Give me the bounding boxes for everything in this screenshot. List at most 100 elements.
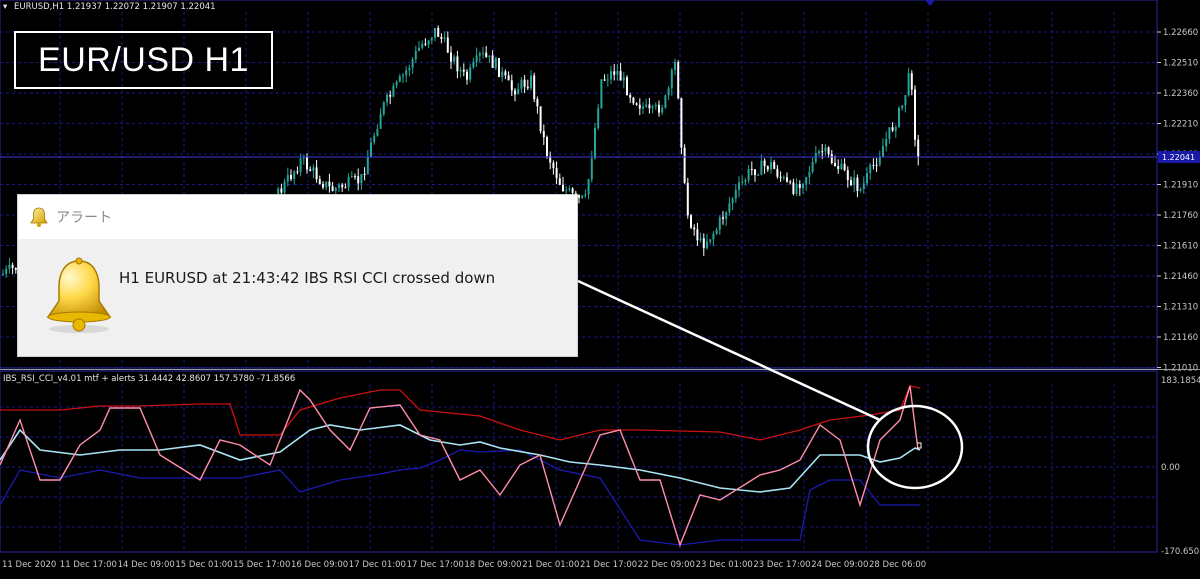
candle-body: [702, 238, 705, 249]
candle-body: [754, 169, 756, 176]
candle-body: [459, 69, 462, 72]
candle-body: [325, 181, 328, 188]
candle-body: [373, 135, 376, 143]
candle-body: [533, 75, 536, 100]
indicator-axis: 183.1854 0.00 -170.6508: [1161, 376, 1200, 557]
alert-message: H1 EURUSD at 21:43:42 IBS RSI CCI crosse…: [119, 269, 496, 287]
price-axis: 1.226601.225101.223601.222101.220601.219…: [1157, 28, 1198, 374]
candle-body: [363, 173, 366, 175]
candle-body: [392, 85, 395, 97]
candle-body: [389, 94, 392, 97]
candle-body: [354, 176, 356, 178]
candle-body: [843, 163, 846, 171]
candle-body: [846, 170, 849, 181]
candle-body: [379, 113, 382, 129]
candle-body: [715, 229, 718, 234]
candle-body: [885, 139, 888, 147]
candle-body: [309, 169, 312, 171]
time-tick-label: 18 Dec 09:00: [464, 560, 521, 570]
trading-chart[interactable]: ▾ EURUSD,H1 1.21937 1.22072 1.21907 1.22…: [0, 0, 1200, 575]
candle-body: [872, 164, 875, 166]
time-tick-label: 15 Dec 01:00: [175, 560, 232, 570]
candle-body: [821, 151, 824, 153]
candle-body: [437, 27, 440, 37]
candle-body: [370, 142, 372, 158]
candle-body: [658, 104, 660, 113]
candle-body: [469, 67, 472, 80]
candle-body: [866, 172, 868, 184]
candle-body: [709, 239, 712, 242]
bell-icon: [46, 257, 112, 333]
candle-body: [741, 181, 744, 183]
candle-body: [744, 180, 747, 182]
candle-body: [891, 127, 894, 131]
candle-body: [578, 195, 580, 198]
candle-body: [696, 229, 699, 241]
alert-dialog[interactable]: アラート H1 EURUSD at 21:43:42 IBS RSI CCI c…: [18, 195, 577, 356]
annotation-circle: [866, 404, 964, 490]
candle-body: [427, 40, 430, 45]
candle-body: [645, 104, 648, 107]
time-tick-label: 17 Dec 01:00: [349, 560, 406, 570]
candle-body: [802, 183, 804, 189]
candle-body: [757, 174, 760, 176]
candle-body: [882, 146, 884, 157]
alert-titlebar[interactable]: アラート: [18, 195, 577, 239]
candle-body: [526, 86, 529, 89]
candle-body: [878, 156, 881, 165]
candle-body: [446, 37, 449, 53]
candle-body: [299, 158, 302, 172]
chart-title-overlay: EUR/USD H1: [14, 31, 273, 89]
upper-band-line: [0, 385, 921, 441]
candle-body: [565, 189, 568, 192]
time-tick-label: 11 Dec 2020: [2, 560, 56, 570]
candle-body: [670, 69, 673, 89]
candle-body: [312, 167, 315, 171]
candle-body: [8, 264, 11, 269]
candle-body: [366, 157, 369, 175]
candle-body: [293, 171, 296, 180]
candle-body: [901, 105, 904, 108]
candle-body: [613, 71, 616, 75]
candle-body: [520, 79, 523, 89]
candle-body: [683, 147, 686, 183]
indicator-tick-label: 0.00: [1161, 463, 1180, 473]
candle-body: [738, 182, 740, 190]
candle-body: [894, 126, 897, 131]
price-tick-label: 1.21160: [1163, 333, 1198, 343]
candle-body: [536, 99, 539, 107]
candle-body: [478, 53, 481, 56]
time-tick-label: 24 Dec 09:00: [811, 560, 868, 570]
candle-body: [318, 179, 321, 184]
candle-body: [590, 158, 593, 180]
candle-body: [398, 76, 401, 82]
candle-body: [360, 173, 363, 184]
candle-body: [517, 88, 520, 95]
candle-body: [488, 55, 491, 58]
candle-body: [747, 169, 750, 181]
candle-body: [334, 187, 337, 192]
candle-body: [642, 106, 644, 109]
time-tick-label: 23 Dec 01:00: [696, 560, 753, 570]
candle-body: [386, 94, 388, 103]
candle-body: [498, 58, 500, 77]
candle-body: [414, 50, 417, 60]
candle-body: [856, 177, 859, 191]
candle-body: [405, 70, 408, 76]
candle-body: [395, 81, 398, 86]
candle-body: [347, 177, 350, 188]
candle-body: [411, 59, 414, 68]
candle-body: [286, 175, 289, 182]
indicator-tick-label: 183.1854: [1161, 376, 1200, 386]
candle-body: [712, 233, 715, 240]
candle-body: [661, 107, 664, 113]
candle-body: [904, 95, 907, 106]
candle-body: [850, 180, 852, 186]
signal-arrow-icon: [925, 0, 935, 6]
candle-body: [792, 182, 795, 195]
candle-body: [632, 97, 635, 104]
candle-body: [718, 217, 721, 230]
price-tick-label: 1.21460: [1163, 272, 1198, 282]
candle-body: [546, 137, 548, 156]
candle-body: [667, 88, 670, 96]
